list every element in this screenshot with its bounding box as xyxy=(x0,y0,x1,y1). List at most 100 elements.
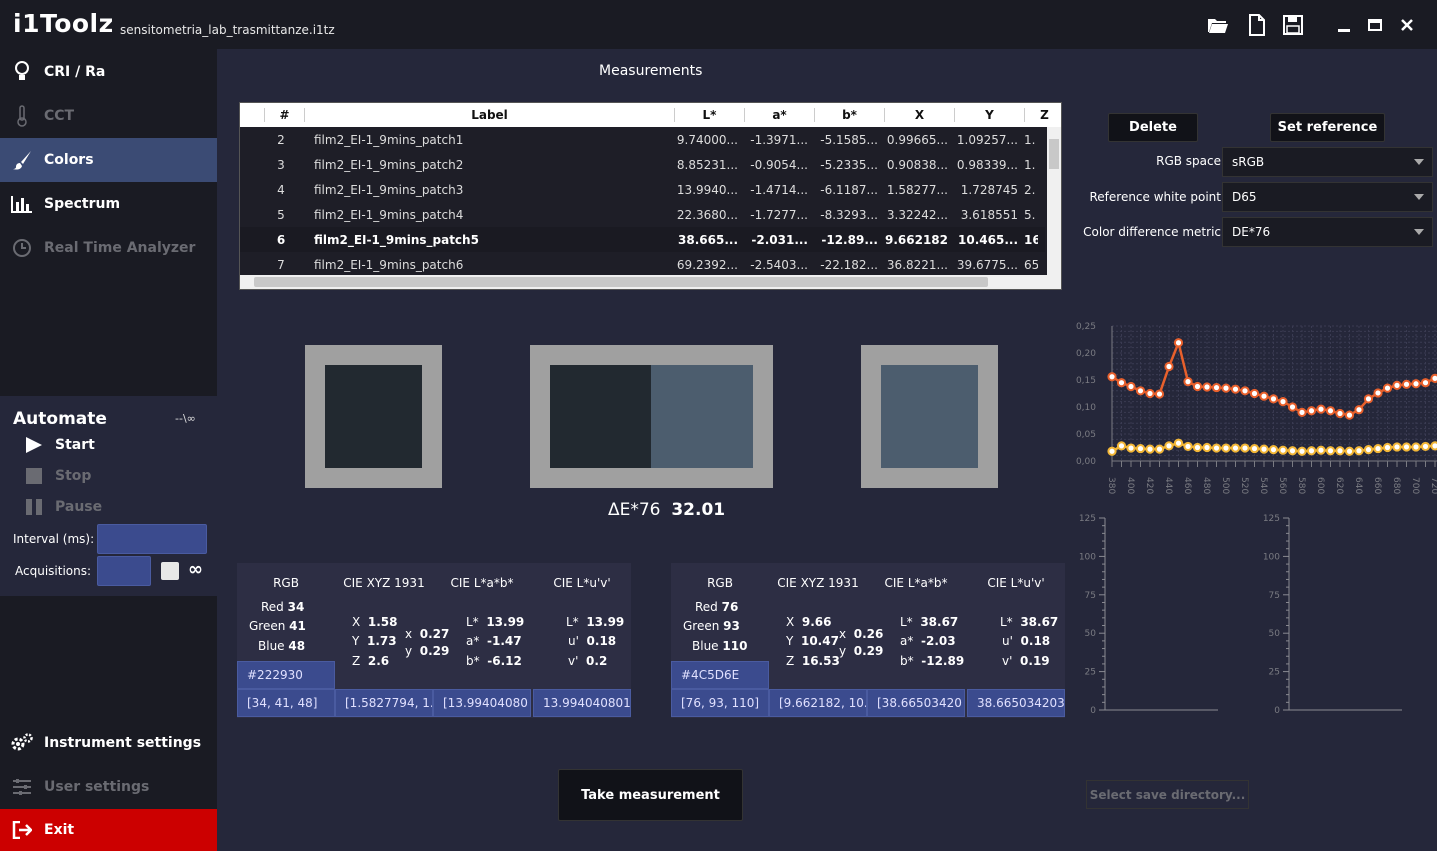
sidebar-item-rta[interactable]: Real Time Analyzer xyxy=(0,226,217,270)
r-label: Red xyxy=(695,600,718,614)
set-reference-button[interactable]: Set reference xyxy=(1270,113,1385,142)
stop-label: Stop xyxy=(55,468,92,484)
acquisitions-input[interactable] xyxy=(97,556,151,586)
instrument-settings-item[interactable]: Instrument settings xyxy=(0,721,217,765)
sidebar-item-cct[interactable]: CCT xyxy=(0,94,217,138)
data-point xyxy=(1164,361,1174,372)
metric-select[interactable]: DE*76 xyxy=(1222,217,1433,247)
table-cell: -22.182... xyxy=(820,258,878,272)
table-row[interactable]: 5 film2_EI-1_9mins_patch4 22.3680... -1.727… xyxy=(240,202,1045,227)
user-settings-item[interactable]: User settings xyxy=(0,765,217,809)
table-row[interactable]: 4 film2_EI-1_9mins_patch3 13.9940... -1.471… xyxy=(240,177,1045,202)
sidebar-item-label: CRI / Ra xyxy=(44,64,106,80)
bulb-icon xyxy=(0,61,44,83)
lab-header: CIE L*a*b* xyxy=(450,576,514,590)
close-icon[interactable] xyxy=(1395,13,1419,37)
start-button[interactable]: Start xyxy=(25,436,95,454)
minimize-icon[interactable] xyxy=(1332,13,1356,37)
data-point xyxy=(1354,446,1364,456)
folder-open-icon[interactable] xyxy=(1206,13,1230,37)
table-cell: 6 xyxy=(276,233,286,247)
hex-copy-field[interactable]: #222930 xyxy=(237,661,335,689)
data-point xyxy=(1325,446,1336,456)
table-cell: 9.74000... xyxy=(676,133,738,147)
white-point-select[interactable]: D65 xyxy=(1222,182,1433,212)
data-point xyxy=(1306,406,1317,416)
exit-button[interactable]: Exit xyxy=(0,809,217,851)
luv-v-value: 0.19 xyxy=(1020,654,1050,668)
data-point xyxy=(1316,404,1326,414)
data-point xyxy=(1392,442,1402,452)
hex-copy-field[interactable]: #4C5D6E xyxy=(671,661,769,689)
sidebar-item-spectrum[interactable]: Spectrum xyxy=(0,182,217,226)
column-header-L[interactable]: L* xyxy=(674,108,744,122)
column-header-b[interactable]: b* xyxy=(814,108,884,122)
lab-L-value: 38.67 xyxy=(920,615,959,629)
luv-header: CIE L*u'v' xyxy=(553,576,611,590)
delete-button[interactable]: Delete xyxy=(1108,113,1198,142)
delta-e-label: ΔE*76 xyxy=(608,500,661,520)
lab-copy-field[interactable]: [13.99404080 xyxy=(433,689,531,717)
measurements-table[interactable]: # Label L* a* b* X Y Z 2 film2_EI-1_9mins… xyxy=(239,102,1062,290)
xyz-copy-field[interactable]: [1.5827794, 1. xyxy=(335,689,433,717)
data-point xyxy=(1373,388,1383,398)
column-header-Z[interactable]: Z xyxy=(1024,108,1061,122)
luv-copy-field[interactable]: 13.994040801 xyxy=(533,689,631,717)
table-cell: -5.1585... xyxy=(820,133,878,147)
pause-button[interactable]: Pause xyxy=(25,498,102,516)
lab-copy-field[interactable]: [38.66503420 xyxy=(867,689,965,717)
column-header-Y[interactable]: Y xyxy=(954,108,1024,122)
table-cell: film2_EI-1_9mins_patch1 xyxy=(314,133,464,147)
play-icon xyxy=(25,436,45,454)
sidebar-item-cri[interactable]: CRI / Ra xyxy=(0,50,217,94)
data-point xyxy=(1382,383,1393,393)
data-point xyxy=(1192,381,1203,392)
rgb-space-select[interactable]: sRGB xyxy=(1222,147,1433,177)
table-row[interactable]: 7 film2_EI-1_9mins_patch6 69.2392... -2.540… xyxy=(240,252,1045,277)
column-header-index[interactable]: # xyxy=(264,108,304,122)
save-icon[interactable] xyxy=(1281,13,1305,37)
maximize-icon[interactable] xyxy=(1363,13,1387,37)
luv-header: CIE L*u'v' xyxy=(987,576,1045,590)
table-cell: -5.2335... xyxy=(820,158,878,172)
scroll-thumb[interactable] xyxy=(254,277,988,287)
x-tick-label: 720 xyxy=(1429,477,1437,494)
data-point xyxy=(1173,438,1184,448)
new-file-icon[interactable] xyxy=(1245,13,1269,37)
rgb-copy-field[interactable]: [76, 93, 110] xyxy=(671,689,769,717)
table-row[interactable]: 2 film2_EI-1_9mins_patch1 9.74000... -1.397… xyxy=(240,127,1045,152)
select-save-directory-button[interactable]: Select save directory... xyxy=(1086,780,1249,809)
data-point xyxy=(1249,443,1260,454)
column-header-label[interactable]: Label xyxy=(304,108,674,122)
table-cell: 38.665... xyxy=(678,233,738,247)
x-tick-label: 420 xyxy=(1144,477,1154,494)
rgb-copy-field[interactable]: [34, 41, 48] xyxy=(237,689,335,717)
data-point xyxy=(1297,407,1307,418)
exit-icon xyxy=(0,821,44,839)
data-point xyxy=(1116,441,1127,451)
stop-button[interactable]: Stop xyxy=(25,467,91,485)
reference-swatch xyxy=(881,365,978,468)
take-measurement-button[interactable]: Take measurement xyxy=(558,769,743,821)
column-header-a[interactable]: a* xyxy=(744,108,814,122)
b-label: Blue xyxy=(692,639,719,653)
g-label: Green xyxy=(683,619,720,633)
table-row[interactable]: 6 film2_EI-1_9mins_patch5 38.665... -2.031.… xyxy=(240,227,1045,252)
comparison-right-swatch xyxy=(651,365,753,468)
start-label: Start xyxy=(55,437,95,453)
sidebar-item-colors[interactable]: Colors xyxy=(0,138,217,182)
xyz-copy-field[interactable]: [9.662182, 10. xyxy=(769,689,867,717)
chevron-down-icon xyxy=(1414,194,1424,200)
data-point xyxy=(1183,377,1193,387)
luv-copy-field[interactable]: 38.665034203 xyxy=(967,689,1065,717)
data-point xyxy=(1116,378,1127,388)
infinite-checkbox[interactable] xyxy=(161,562,179,580)
y-tick-label: 25 xyxy=(1269,668,1280,678)
table-row[interactable]: 3 film2_EI-1_9mins_patch2 8.85231... -0.905… xyxy=(240,152,1045,177)
lab-b-value: -6.12 xyxy=(487,654,522,668)
data-point xyxy=(1221,443,1231,453)
horizontal-scrollbar[interactable] xyxy=(240,275,1061,289)
x-tick-label: 540 xyxy=(1258,477,1268,494)
column-header-X[interactable]: X xyxy=(884,108,954,122)
interval-input[interactable] xyxy=(97,524,207,554)
